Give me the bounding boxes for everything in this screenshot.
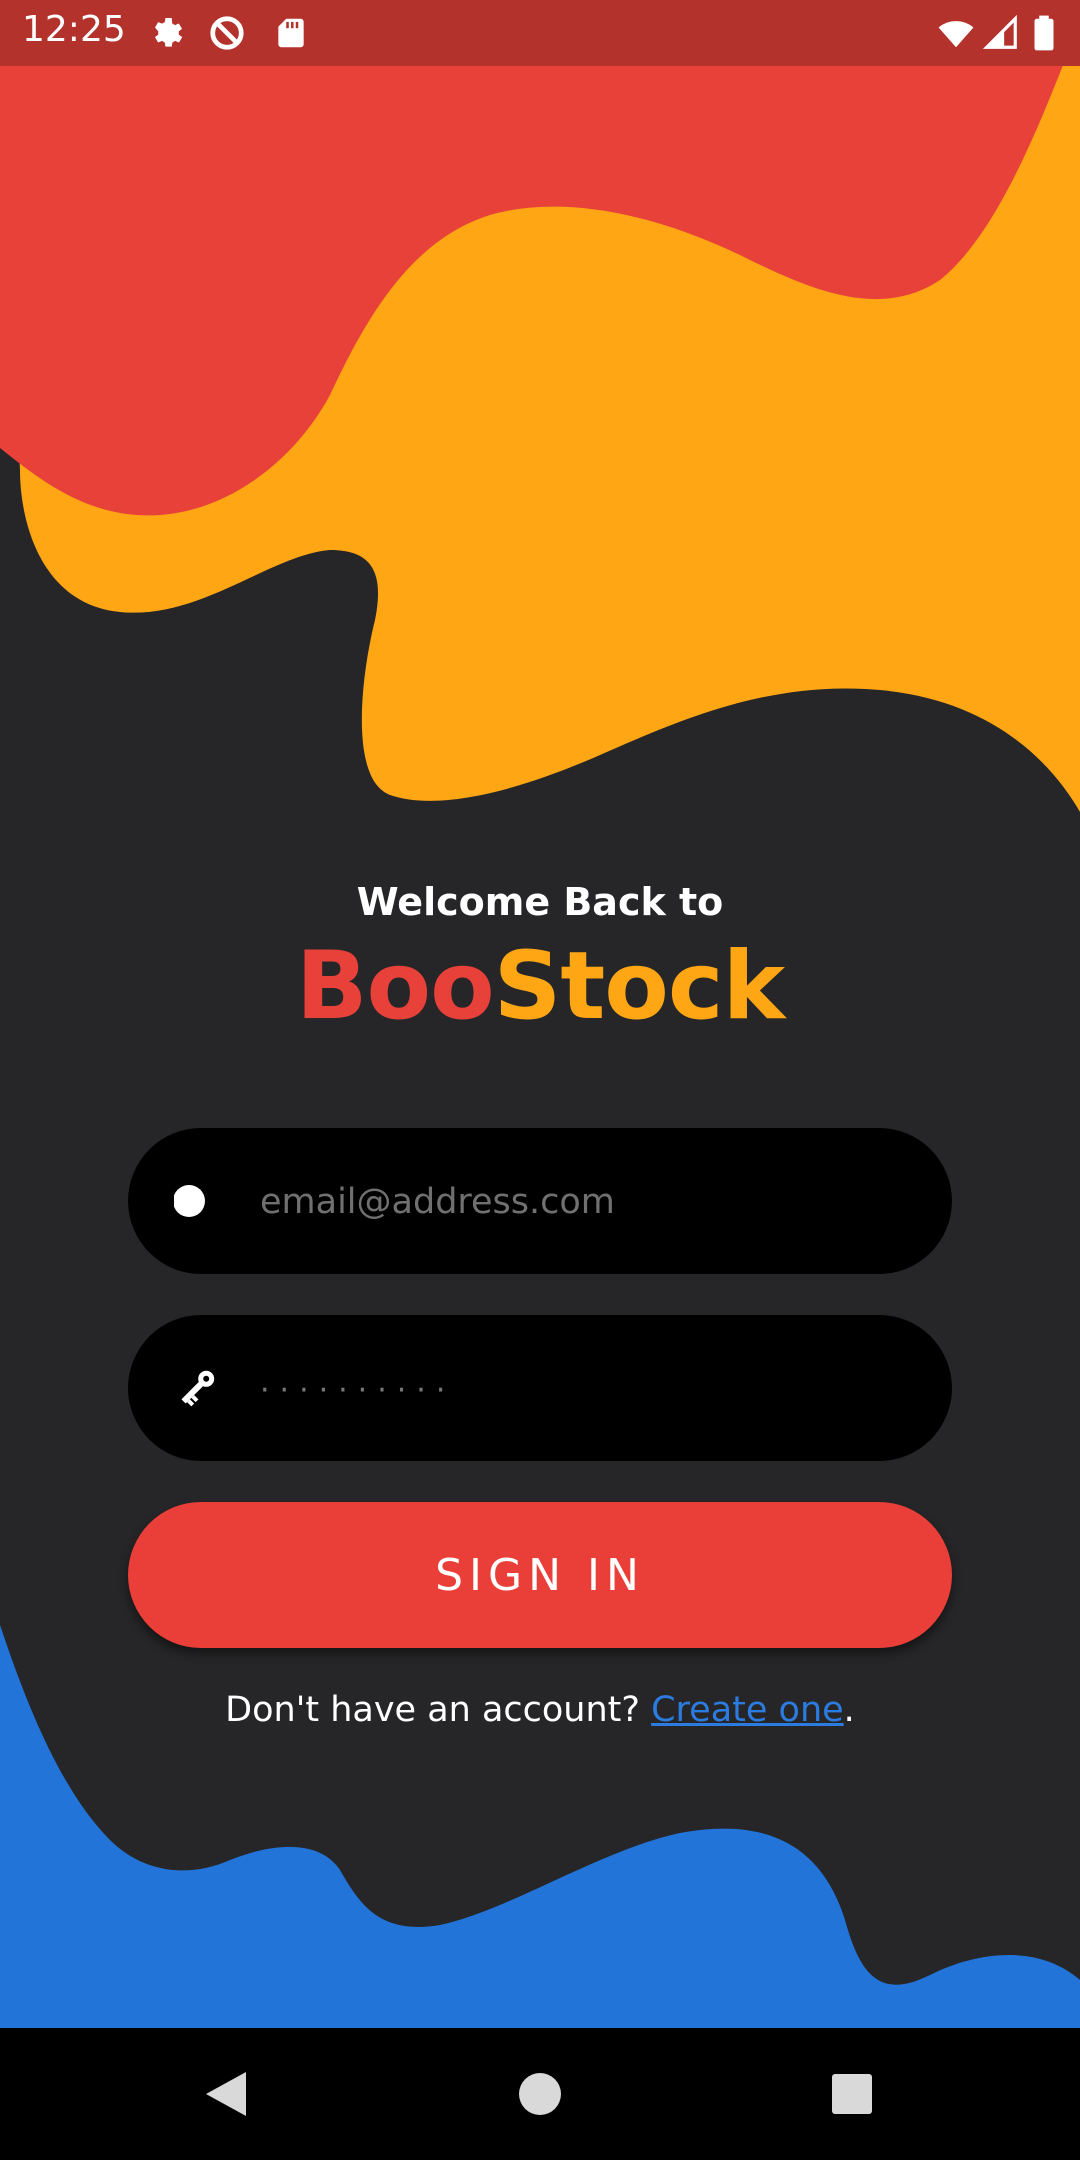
- login-screen: 12:25 Welcome Back to BooStock email@add…: [0, 0, 1080, 2160]
- battery-icon: [1034, 15, 1054, 51]
- welcome-text: Welcome Back to: [356, 880, 724, 924]
- signup-prefix: Don't have an account?: [225, 1690, 640, 1730]
- wifi-icon: [938, 21, 974, 48]
- signup-suffix: .: [843, 1690, 855, 1730]
- home-icon[interactable]: [512, 2066, 568, 2122]
- dot-icon: [174, 1185, 205, 1217]
- status-bar: 12:25: [0, 0, 1080, 66]
- brand-part-boo: Boo: [295, 932, 495, 1041]
- create-account-link[interactable]: Create one: [651, 1690, 844, 1730]
- sync-off-icon: [210, 16, 244, 50]
- gear-icon: [154, 17, 183, 47]
- back-icon[interactable]: [198, 2066, 254, 2122]
- password-field-container[interactable]: [128, 1315, 952, 1461]
- password-field[interactable]: [258, 1355, 902, 1423]
- email-field-container[interactable]: [128, 1128, 952, 1274]
- signup-prompt: Don't have an account? Create one.: [0, 1690, 1080, 1730]
- key-icon: [181, 1370, 215, 1407]
- background-blobs: [0, 0, 1080, 2160]
- sd-card-icon: [278, 18, 304, 48]
- recents-icon[interactable]: [824, 2066, 880, 2122]
- sign-in-button[interactable]: SIGN IN: [128, 1502, 952, 1648]
- cell-signal-icon: [982, 14, 1017, 49]
- email-field[interactable]: [258, 1168, 902, 1236]
- navigation-bar: [0, 2028, 1080, 2160]
- app-title: BooStock: [0, 932, 1080, 1041]
- brand-part-stock: Stock: [493, 932, 785, 1041]
- status-time: 12:25: [22, 9, 126, 50]
